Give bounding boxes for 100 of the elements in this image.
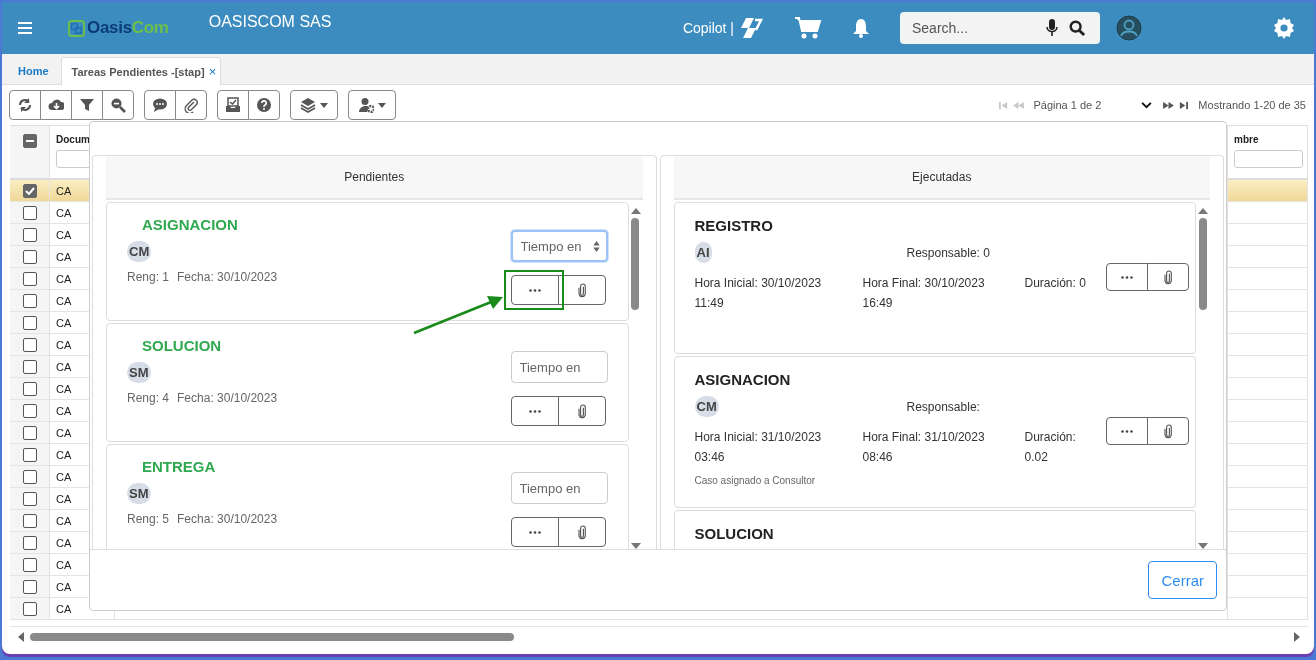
row-checkbox[interactable] bbox=[22, 469, 37, 484]
row-checkbox[interactable] bbox=[22, 359, 37, 374]
last-page-icon[interactable] bbox=[1179, 100, 1189, 110]
tab[interactable]: Tareas Pendientes -[stap] × bbox=[60, 57, 222, 85]
select-all-checkbox[interactable] bbox=[22, 134, 37, 148]
time-input-field[interactable]: Tiempo en bbox=[510, 351, 608, 383]
attach-button[interactable] bbox=[557, 275, 606, 305]
attach-button[interactable] bbox=[1147, 417, 1189, 445]
zoom-out-button[interactable] bbox=[102, 90, 134, 120]
settings-icon[interactable] bbox=[1272, 16, 1296, 40]
cart-icon[interactable] bbox=[794, 16, 822, 40]
panel-header: Ejecutadas bbox=[673, 156, 1210, 200]
help-icon bbox=[256, 97, 272, 113]
scrollbar-thumb[interactable] bbox=[1198, 218, 1207, 310]
spinner-arrows-icon bbox=[592, 241, 600, 252]
row-number: Reng: 5 bbox=[127, 512, 170, 526]
row-checkbox[interactable] bbox=[22, 381, 37, 396]
comment-icon bbox=[152, 97, 168, 113]
close-button[interactable]: Cerrar bbox=[1148, 561, 1217, 599]
start-time: Hora Inicial: 30/10/2023 11:49 bbox=[694, 275, 823, 312]
help-button[interactable] bbox=[248, 90, 280, 120]
end-time: Hora Final: 30/10/2023 16:49 bbox=[862, 275, 986, 312]
task-date: Fecha: 30/10/2023 bbox=[177, 512, 278, 526]
more-options-button[interactable] bbox=[1106, 417, 1148, 445]
filter-button[interactable] bbox=[71, 90, 103, 120]
attach-button[interactable] bbox=[1147, 263, 1189, 291]
row-checkbox[interactable] bbox=[22, 337, 37, 352]
row-checkbox[interactable] bbox=[22, 249, 37, 264]
scrollbar-thumb[interactable] bbox=[631, 218, 639, 310]
more-options-button[interactable] bbox=[1106, 263, 1148, 291]
scrollbar-thumb[interactable] bbox=[30, 633, 514, 641]
scroll-down-icon bbox=[630, 543, 641, 549]
row-checkbox[interactable] bbox=[22, 425, 37, 440]
user-settings-icon bbox=[358, 97, 374, 113]
chevron-down-icon[interactable] bbox=[1141, 101, 1153, 109]
column-header: mbre bbox=[1234, 134, 1259, 145]
next-page-icon[interactable] bbox=[1162, 100, 1176, 110]
column-filter-field[interactable] bbox=[1234, 150, 1303, 168]
row-checkbox[interactable] bbox=[22, 513, 37, 528]
row-checkbox[interactable] bbox=[22, 205, 37, 220]
scroll-right-icon bbox=[1294, 632, 1300, 642]
caret-icon bbox=[320, 102, 328, 108]
row-checkbox[interactable] bbox=[22, 403, 37, 418]
row-checkbox[interactable] bbox=[22, 183, 37, 198]
row-checkbox[interactable] bbox=[22, 447, 37, 462]
logo-icon bbox=[68, 19, 85, 37]
copilot-button[interactable]: Copilot | bbox=[682, 16, 764, 40]
ellipsis-icon bbox=[528, 409, 541, 413]
search-field[interactable]: Search... bbox=[900, 12, 1100, 44]
paperclip-icon bbox=[577, 524, 586, 540]
row-checkbox[interactable] bbox=[22, 601, 37, 616]
layers-button[interactable] bbox=[290, 90, 338, 120]
user-avatar-icon[interactable] bbox=[1116, 15, 1142, 41]
row-checkbox[interactable] bbox=[22, 557, 37, 572]
refresh-icon bbox=[17, 97, 33, 113]
search-icon[interactable] bbox=[1069, 20, 1086, 37]
time-input-field[interactable]: Tiempo en bbox=[510, 472, 608, 504]
row-checkbox[interactable] bbox=[22, 535, 37, 550]
column-header: Docum bbox=[56, 134, 90, 145]
row-checkbox[interactable] bbox=[22, 491, 37, 506]
refresh-button[interactable] bbox=[9, 90, 41, 120]
company-name: OASISCOM SAS bbox=[208, 13, 332, 31]
layers-icon bbox=[300, 97, 316, 113]
ellipsis-icon bbox=[1121, 429, 1133, 433]
copilot-icon bbox=[738, 16, 764, 40]
more-options-button[interactable] bbox=[510, 396, 559, 426]
annotation-highlight-box bbox=[504, 270, 564, 310]
scroll-up-icon bbox=[630, 208, 641, 214]
responsible-label: Responsable: 0 bbox=[906, 246, 990, 260]
initials-avatar: CM bbox=[694, 396, 719, 417]
attach-button[interactable] bbox=[557, 517, 606, 547]
task-title: ASIGNACION bbox=[142, 216, 239, 233]
tab[interactable]: Home bbox=[6, 58, 61, 84]
more-options-button[interactable] bbox=[510, 275, 559, 305]
ellipsis-icon bbox=[528, 530, 541, 534]
user-settings-button[interactable] bbox=[348, 90, 396, 120]
row-checkbox[interactable] bbox=[22, 227, 37, 242]
menu-icon[interactable] bbox=[18, 22, 32, 34]
logo[interactable]: OasisCom bbox=[68, 18, 169, 38]
close-tab-button[interactable]: × bbox=[208, 64, 217, 79]
duration: Duración: 0.02 bbox=[1024, 429, 1077, 466]
inbox-check-button[interactable] bbox=[217, 90, 249, 120]
paperclip-button[interactable] bbox=[175, 90, 207, 120]
task-date: Fecha: 30/10/2023 bbox=[177, 391, 278, 405]
task-title: SOLUCION bbox=[142, 337, 223, 354]
row-checkbox[interactable] bbox=[22, 579, 37, 594]
cloud-download-icon bbox=[48, 97, 64, 113]
ellipsis-icon bbox=[1121, 275, 1133, 279]
cloud-download-button[interactable] bbox=[40, 90, 72, 120]
row-checkbox[interactable] bbox=[22, 315, 37, 330]
bell-icon[interactable] bbox=[852, 18, 870, 38]
time-input-field[interactable]: Tiempo en bbox=[510, 230, 608, 262]
scroll-left-icon bbox=[18, 632, 24, 642]
microphone-icon[interactable] bbox=[1046, 19, 1058, 37]
end-time: Hora Final: 31/10/2023 08:46 bbox=[862, 429, 986, 466]
row-checkbox[interactable] bbox=[22, 293, 37, 308]
row-checkbox[interactable] bbox=[22, 271, 37, 286]
attach-button[interactable] bbox=[557, 396, 606, 426]
more-options-button[interactable] bbox=[510, 517, 559, 547]
comment-button[interactable] bbox=[144, 90, 176, 120]
